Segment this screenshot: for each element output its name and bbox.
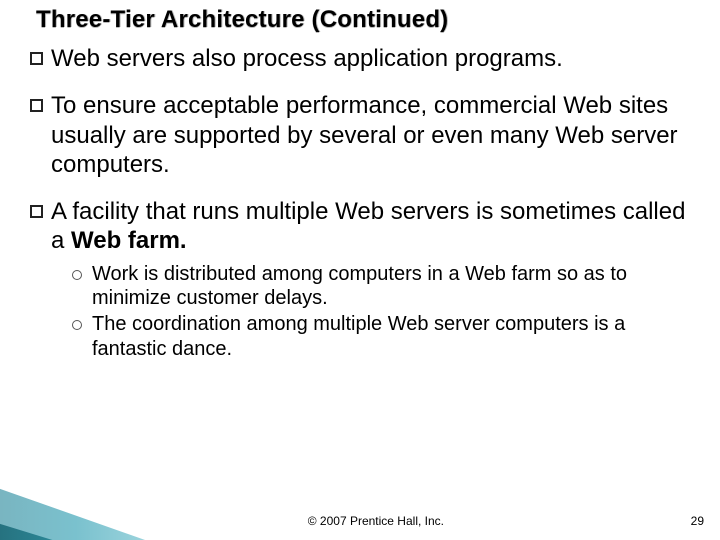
bullet-item: Web servers also process application pro… <box>30 44 696 73</box>
slide: Three-Tier Architecture (Continued) Web … <box>0 0 720 540</box>
square-bullet-icon <box>30 52 43 65</box>
sub-bullet-text: Work is distributed among computers in a… <box>92 262 696 311</box>
bullet-text: Web servers also process application pro… <box>51 44 696 73</box>
sub-list: Work is distributed among computers in a… <box>72 262 696 362</box>
slide-body: Web servers also process application pro… <box>30 44 696 363</box>
bullet-item: To ensure acceptable performance, commer… <box>30 91 696 179</box>
bullet-item: A facility that runs multiple Web server… <box>30 197 696 256</box>
sub-bullet-text: The coordination among multiple Web serv… <box>92 312 696 361</box>
bullet-text: A facility that runs multiple Web server… <box>51 197 696 256</box>
copyright-text: © 2007 Prentice Hall, Inc. <box>308 514 444 528</box>
sub-bullet-item: The coordination among multiple Web serv… <box>72 312 696 361</box>
bullet-text: To ensure acceptable performance, commer… <box>51 91 696 179</box>
sub-bullet-item: Work is distributed among computers in a… <box>72 262 696 311</box>
slide-title: Three-Tier Architecture (Continued) <box>36 6 700 34</box>
square-bullet-icon <box>30 205 43 218</box>
circle-bullet-icon <box>72 270 82 280</box>
page-number: 29 <box>691 514 704 528</box>
decorative-wedge-icon <box>0 400 230 540</box>
square-bullet-icon <box>30 99 43 112</box>
bullet-text-bold: Web farm. <box>71 227 187 254</box>
circle-bullet-icon <box>72 320 82 330</box>
